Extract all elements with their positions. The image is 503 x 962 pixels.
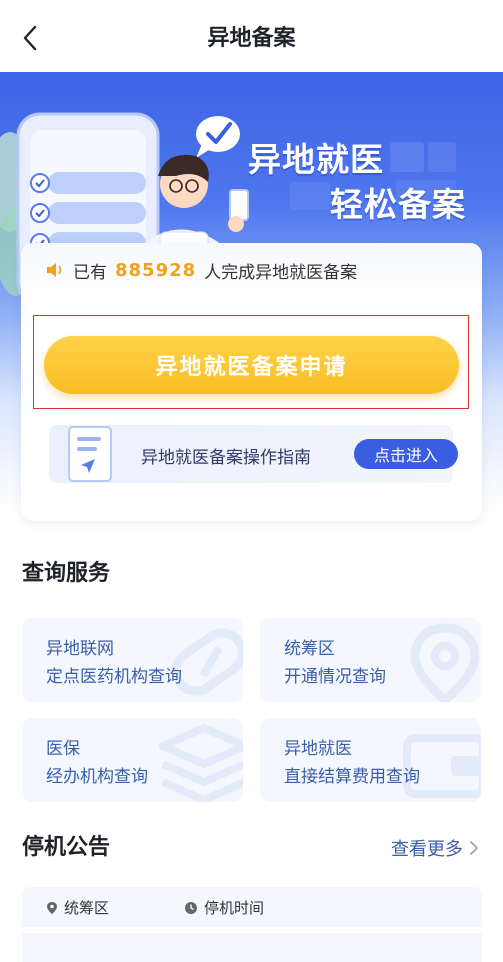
stats-bar: 已有 885928 人完成异地就医备案 xyxy=(21,243,482,297)
service-line1: 异地联网 xyxy=(46,639,114,659)
column-region: 统筹区 xyxy=(46,897,109,918)
location-pin-icon xyxy=(47,901,57,914)
page-title: 异地备案 xyxy=(207,26,296,51)
query-section-title: 查询服务 xyxy=(22,561,111,586)
service-line1: 统筹区 xyxy=(284,639,335,659)
stats-prefix: 已有 xyxy=(73,262,107,283)
service-card-region-status[interactable]: 统筹区 开通情况查询 xyxy=(260,618,481,702)
view-more-link[interactable]: 查看更多 xyxy=(391,835,479,861)
column-region-label: 统筹区 xyxy=(64,899,110,917)
service-line2: 定点医药机构查询 xyxy=(46,667,182,687)
application-card: 已有 885928 人完成异地就医备案 异地就医备案申请 异地就医备案操作指南 … xyxy=(21,243,482,521)
service-line2: 经办机构查询 xyxy=(46,767,148,787)
service-card-institution-query[interactable]: 异地联网 定点医药机构查询 xyxy=(22,618,243,702)
clock-icon xyxy=(185,901,197,914)
service-line1: 异地就医 xyxy=(284,739,352,759)
document-guide-icon xyxy=(68,426,112,482)
hero-title-line1: 异地就医 xyxy=(248,140,384,179)
notice-table-header: 统筹区 停机时间 xyxy=(22,887,482,927)
pill-icon xyxy=(171,628,243,696)
service-line2: 开通情况查询 xyxy=(284,667,386,687)
view-more-label: 查看更多 xyxy=(391,839,463,860)
stats-suffix: 人完成异地就医备案 xyxy=(204,262,358,283)
speaker-icon xyxy=(47,263,62,277)
top-nav-bar: 异地备案 xyxy=(0,0,503,72)
service-card-settlement-query[interactable]: 异地就医 直接结算费用查询 xyxy=(260,718,481,802)
service-card-agency-query[interactable]: 医保 经办机构查询 xyxy=(22,718,243,802)
chevron-right-icon xyxy=(470,841,478,855)
hero-title-line2: 轻松备案 xyxy=(330,185,466,224)
enter-guide-button[interactable]: 点击进入 xyxy=(354,439,458,469)
location-pin-icon xyxy=(410,623,480,702)
wallet-icon xyxy=(403,734,481,798)
column-time-label: 停机时间 xyxy=(204,899,265,917)
notice-section-title: 停机公告 xyxy=(22,835,111,860)
apply-filing-button[interactable]: 异地就医备案申请 xyxy=(44,336,459,394)
guide-label: 异地就医备案操作指南 xyxy=(141,448,311,468)
guide-banner[interactable]: 异地就医备案操作指南 点击进入 xyxy=(49,425,458,483)
service-line1: 医保 xyxy=(46,739,80,759)
notice-table-row xyxy=(22,933,482,962)
layers-icon xyxy=(159,723,243,802)
stats-count: 885928 xyxy=(115,259,197,281)
service-line2: 直接结算费用查询 xyxy=(284,767,420,787)
column-time: 停机时间 xyxy=(184,897,264,918)
